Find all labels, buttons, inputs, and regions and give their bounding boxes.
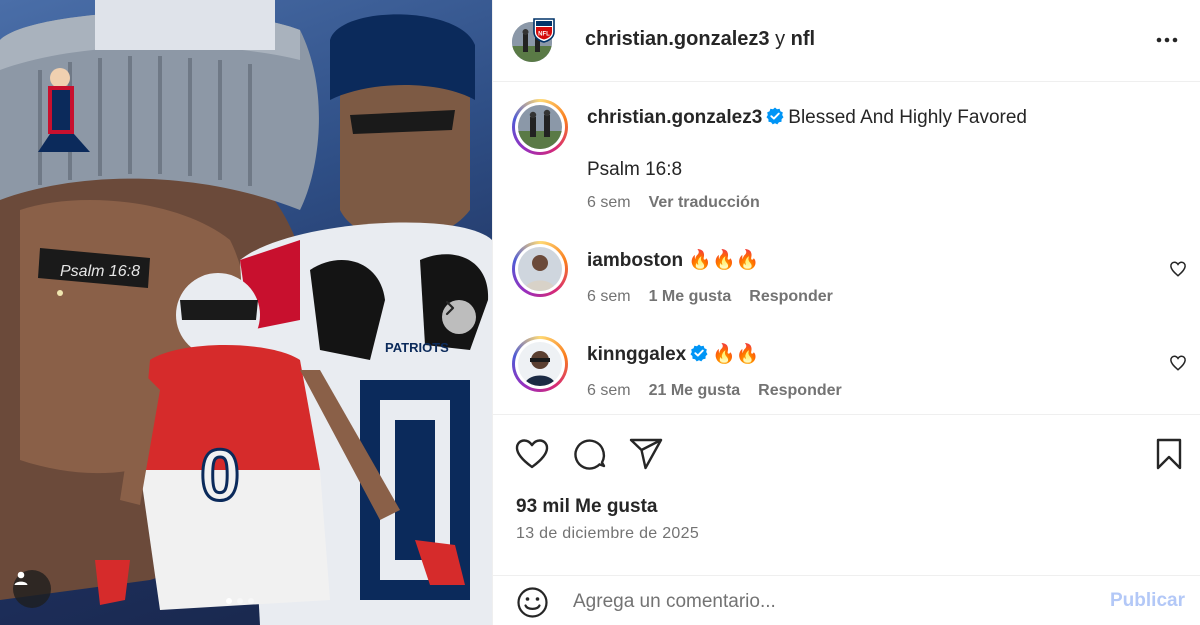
comment-text: 🔥🔥 bbox=[712, 344, 760, 365]
comment-age: 6 sem bbox=[587, 288, 631, 305]
tagged-users-button[interactable] bbox=[13, 570, 51, 608]
comment-likes-button[interactable]: 21 Me gusta bbox=[649, 382, 741, 400]
caption-verse: Psalm 16:8 bbox=[587, 159, 683, 180]
carousel-dot bbox=[237, 598, 243, 604]
svg-text:NFL: NFL bbox=[538, 32, 550, 38]
post-image: Psalm 16:8 PATRIOTS 0 bbox=[0, 0, 492, 625]
user-tag-icon bbox=[14, 571, 28, 585]
publish-button[interactable]: Publicar bbox=[1110, 590, 1185, 612]
reply-button[interactable]: Responder bbox=[758, 382, 842, 400]
carousel-dot-active bbox=[226, 598, 232, 604]
comment-age: 6 sem bbox=[587, 382, 631, 399]
comment-input[interactable] bbox=[573, 586, 1093, 618]
caption-meta: 6 sem Ver traducción bbox=[587, 194, 760, 212]
comment-avatar-image bbox=[518, 342, 562, 386]
comment-likes-button[interactable]: 1 Me gusta bbox=[649, 288, 732, 306]
comment-icon[interactable] bbox=[571, 436, 607, 472]
share-icon[interactable] bbox=[628, 436, 664, 472]
like-comment-heart-icon[interactable] bbox=[1169, 354, 1187, 372]
header-connector: y bbox=[775, 28, 786, 50]
comment-text-line: kinnggalex 🔥🔥 bbox=[587, 343, 760, 367]
eye-black-text: Psalm 16:8 bbox=[60, 263, 140, 280]
comment-username[interactable]: kinnggalex bbox=[587, 344, 686, 365]
comment-text: 🔥🔥🔥 bbox=[688, 250, 760, 271]
jersey-brand-text: PATRIOTS bbox=[385, 340, 449, 355]
comment-avatar[interactable] bbox=[512, 336, 568, 392]
coauthor-username[interactable]: nfl bbox=[791, 28, 815, 50]
post-media[interactable]: Psalm 16:8 PATRIOTS 0 bbox=[0, 0, 492, 625]
post-date: 13 de diciembre de 2025 bbox=[516, 525, 700, 542]
caption-text-line: christian.gonzalez3 Blessed And Highly F… bbox=[587, 106, 1027, 130]
verified-badge-icon bbox=[690, 344, 708, 362]
more-options-icon[interactable] bbox=[1152, 28, 1182, 52]
comment-avatar[interactable] bbox=[512, 241, 568, 297]
reply-button[interactable]: Responder bbox=[749, 288, 833, 306]
caption-age: 6 sem bbox=[587, 194, 631, 211]
comment-meta: 6 sem 21 Me gusta Responder bbox=[587, 382, 842, 400]
like-comment-heart-icon[interactable] bbox=[1169, 260, 1187, 278]
comment-avatar-image bbox=[518, 247, 562, 291]
carousel-next-button[interactable] bbox=[442, 300, 476, 334]
caption-avatar-image bbox=[518, 105, 562, 149]
verified-badge-icon bbox=[766, 107, 784, 125]
caption-text: Blessed And Highly Favored bbox=[788, 107, 1027, 128]
carousel-indicator bbox=[226, 598, 254, 604]
bookmark-icon[interactable] bbox=[1151, 436, 1187, 472]
likes-count[interactable]: 93 mil Me gusta bbox=[516, 496, 658, 518]
comment-meta: 6 sem 1 Me gusta Responder bbox=[587, 288, 833, 306]
post-details-panel: NFL christian.gonzalez3 y nfl christian.… bbox=[492, 0, 1200, 625]
post-actions: 93 mil Me gusta 13 de diciembre de 2025 bbox=[493, 415, 1200, 575]
chevron-right-icon bbox=[445, 300, 455, 316]
nfl-logo-icon[interactable]: NFL bbox=[533, 17, 555, 43]
author-username[interactable]: christian.gonzalez3 bbox=[585, 28, 770, 50]
post-header-title: christian.gonzalez3 y nfl bbox=[585, 28, 815, 51]
carousel-dot bbox=[248, 598, 254, 604]
emoji-icon[interactable] bbox=[516, 586, 549, 619]
jersey-number-text: 0 bbox=[200, 436, 240, 516]
comment-username[interactable]: iamboston bbox=[587, 250, 683, 271]
heart-icon[interactable] bbox=[514, 436, 550, 472]
comment-composer: Publicar bbox=[493, 575, 1200, 625]
caption-avatar[interactable] bbox=[512, 99, 568, 155]
post-header: NFL christian.gonzalez3 y nfl bbox=[493, 0, 1200, 82]
see-translation-button[interactable]: Ver traducción bbox=[649, 194, 760, 212]
comment-text-line: iamboston 🔥🔥🔥 bbox=[587, 249, 759, 273]
caption-username[interactable]: christian.gonzalez3 bbox=[587, 107, 762, 128]
comments-section[interactable]: christian.gonzalez3 Blessed And Highly F… bbox=[493, 82, 1200, 415]
